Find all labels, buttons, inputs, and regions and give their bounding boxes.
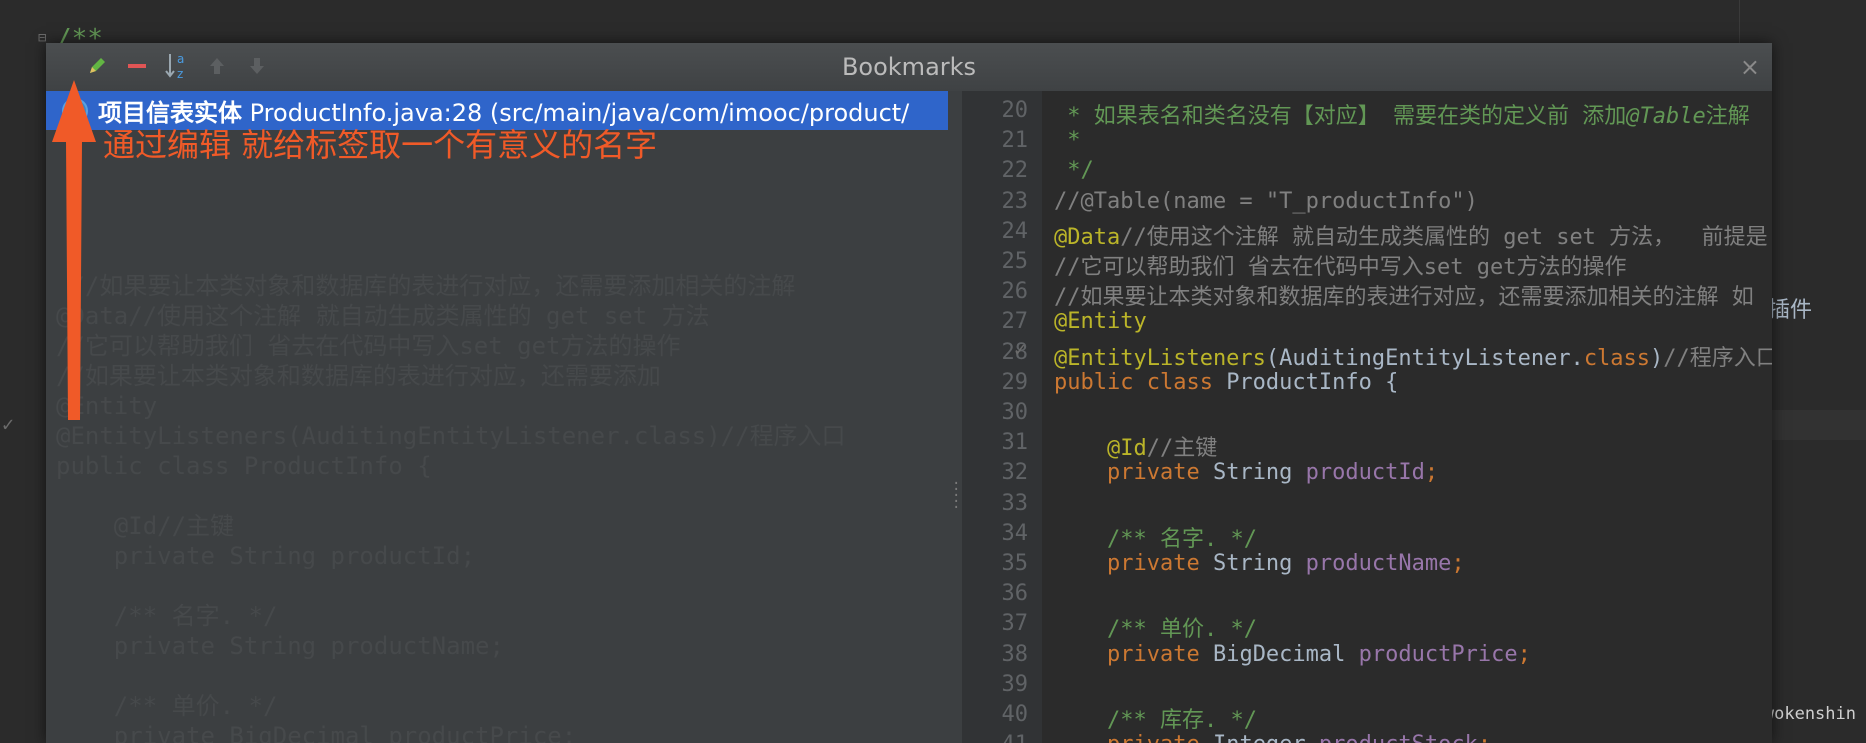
code-token: /** 名字. */ (1054, 526, 1257, 552)
code-token: */ (1054, 158, 1094, 184)
bookmark-list: //如果要让本类对象和数据库的表进行对应，还需要添加相关的注解 @Data//使… (46, 91, 948, 743)
code-token: @Table (1626, 104, 1706, 129)
code-token: Integer (1213, 732, 1319, 743)
code-line: private BigDecimal productPrice; (1054, 642, 1531, 667)
line-number: 21 (1001, 128, 1029, 154)
code-token: //如果要让本类对象和数据库的表进行对应，还需要添加相关的注解 如 (1054, 285, 1754, 311)
splitter-grip-icon[interactable]: · · · · · (952, 477, 960, 515)
code-token: productStock (1319, 732, 1478, 743)
line-number: 37 (1001, 611, 1029, 637)
code-line: * 如果表名和类名没有【对应】 需要在类的定义前 添加@Table注解 (1054, 98, 1750, 130)
code-token: /** 库存. */ (1054, 708, 1257, 733)
code-token: @Entity (1054, 309, 1147, 335)
code-token: ; (1451, 551, 1465, 576)
code-line: /** 单价. */ (1054, 611, 1257, 643)
line-number: 27 (1001, 309, 1029, 335)
code-line: private String productId; (1054, 460, 1438, 485)
code-token: productId (1305, 460, 1425, 486)
code-line: /** 名字. */ (1054, 521, 1257, 553)
code-line: @Data//使用这个注解 就自动生成类属性的 get set 方法， 前提是 (1054, 219, 1768, 251)
code-line: private String productName; (1054, 551, 1465, 576)
code-token: private (1106, 460, 1213, 486)
bookmark-check-icon: ✓ (1014, 337, 1027, 361)
code-line: //如果要让本类对象和数据库的表进行对应，还需要添加相关的注解 如 (1054, 279, 1754, 311)
code-token: @EntityListeners (1054, 345, 1266, 371)
code-token: private (1106, 551, 1213, 576)
line-number: 36 (1001, 581, 1029, 607)
line-number: 38 (1001, 641, 1029, 667)
code-token: * (1054, 128, 1081, 154)
code-line: @Id//主键 (1054, 430, 1217, 462)
code-token: String (1212, 551, 1306, 576)
code-line: //它可以帮助我们 省去在代码中写入set get方法的操作 (1054, 249, 1626, 281)
background-code-fragment: 插件 (1768, 298, 1813, 323)
ghost-background-code: //如果要让本类对象和数据库的表进行对应，还需要添加相关的注解 @Data//使… (56, 272, 846, 743)
code-token: //它可以帮助我们 省去在代码中写入set get方法的操作 (1054, 255, 1627, 280)
popup-title: Bookmarks (841, 53, 977, 81)
code-token: //主键 (1146, 436, 1218, 462)
code-token: ) (1650, 345, 1664, 371)
line-number: 29 (1001, 369, 1029, 395)
code-token: //使用这个注解 就自动生成类属性的 get set 方法， 前提是 (1120, 224, 1768, 250)
code-line: @EntityListeners(AuditingEntityListener.… (1054, 340, 1772, 372)
pane-splitter[interactable]: · · · · · (948, 91, 962, 743)
line-number: 22 (1001, 158, 1029, 184)
code-token: class (1583, 345, 1651, 371)
line-number: 32 (1001, 460, 1029, 486)
line-number: 34 (1001, 520, 1029, 546)
code-token: 注解 (1705, 104, 1750, 129)
code-token: public class (1054, 369, 1227, 395)
code-token: ; (1478, 732, 1491, 743)
code-line: @Entity (1054, 309, 1147, 334)
line-number: 35 (1001, 551, 1029, 576)
code-line: private Integer productStock; (1054, 732, 1491, 743)
code-preview: 20 21 22 23 24 25 26 27 28 29 30 31 32 33 34 35 36 37 38 39… (962, 91, 1772, 743)
annotation-text: 通过编辑 就给标签取一个有意义的名字 (103, 126, 658, 164)
code-token: ; (1517, 641, 1531, 667)
code-line: //@Table(name = "T_productInfo") (1054, 189, 1478, 214)
code-token: /** 单价. */ (1054, 617, 1257, 643)
line-number: 26 (1001, 279, 1029, 305)
line-number: 25 (1001, 249, 1029, 274)
code-token: //程序入口 (1663, 345, 1772, 371)
line-number: 20 (1001, 98, 1029, 123)
code-line: */ (1054, 158, 1094, 183)
code-line: public class ProductInfo { (1054, 370, 1398, 395)
arrow-up-annotation-icon (52, 80, 96, 420)
close-icon[interactable]: × (1740, 53, 1760, 81)
code-token: String (1212, 460, 1306, 486)
line-number: 31 (1001, 430, 1029, 456)
line-number: 41 (1002, 732, 1029, 743)
code-token: @Data (1054, 224, 1121, 250)
code-token: ; (1424, 460, 1439, 486)
popup-header[interactable]: az Bookmarks × (46, 43, 1772, 92)
check-mark-icon: ✓ (2, 412, 15, 436)
line-number: 40 (1001, 702, 1029, 727)
line-number: 39 (1001, 671, 1029, 697)
code-token: ProductInfo { (1226, 369, 1399, 395)
code-token: productName (1305, 551, 1452, 576)
line-number: 23 (1001, 188, 1029, 214)
line-number: 33 (1001, 490, 1029, 516)
code-token: (AuditingEntityListener. (1265, 345, 1584, 371)
code-token: productPrice (1358, 641, 1518, 667)
line-number-gutter: 20 21 22 23 24 25 26 27 28 29 30 31 32 33 34 35 36 37 38 39… (962, 91, 1042, 743)
code-token: private (1107, 732, 1213, 743)
code-token: private (1106, 641, 1213, 667)
code-line: /** 库存. */ (1054, 702, 1257, 734)
code-line: * (1054, 128, 1081, 154)
code-token: * 如果表名和类名没有【对应】 需要在类的定义前 添加 (1054, 104, 1627, 129)
code-token: BigDecimal (1212, 641, 1359, 667)
code-token: @Id (1106, 436, 1147, 462)
code-token: //@Table(name = "T_productInfo") (1054, 188, 1478, 214)
line-number: 30 (1001, 400, 1029, 425)
line-number: 24 (1001, 218, 1029, 244)
